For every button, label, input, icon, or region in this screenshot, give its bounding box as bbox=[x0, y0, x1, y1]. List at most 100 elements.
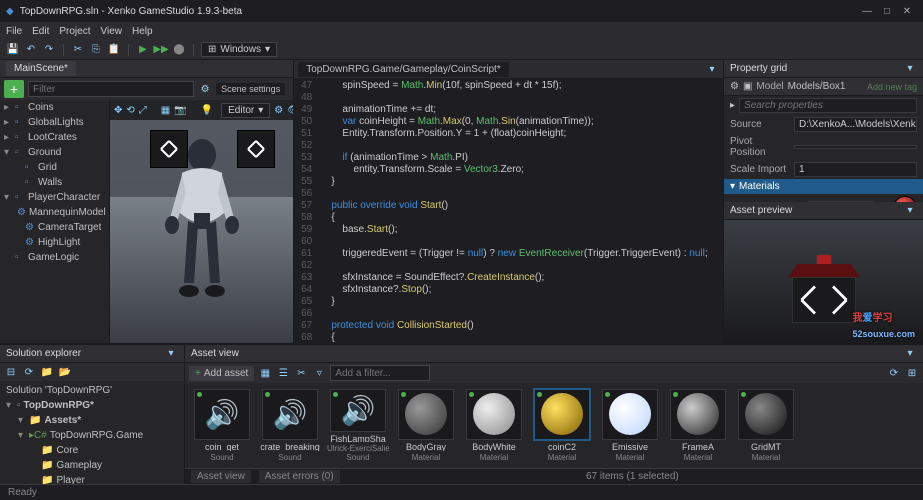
minimize-button[interactable]: — bbox=[857, 6, 877, 17]
sync-icon[interactable]: ⟳ bbox=[22, 365, 36, 379]
property-value[interactable]: 1 bbox=[794, 162, 917, 177]
live-icon[interactable]: ⬤ bbox=[172, 43, 186, 57]
scene-settings-tab[interactable]: Scene settings bbox=[216, 83, 285, 95]
asset-filter-input[interactable] bbox=[330, 365, 430, 381]
asset-refresh-icon[interactable]: ⟳ bbox=[887, 366, 901, 380]
menu-help[interactable]: Help bbox=[132, 26, 153, 37]
asset-thumb[interactable] bbox=[602, 389, 658, 440]
close-button[interactable]: ✕ bbox=[897, 6, 917, 17]
menu-file[interactable]: File bbox=[6, 26, 22, 37]
hierarchy-item[interactable]: ⚙MannequinModel bbox=[0, 205, 109, 220]
solution-item[interactable]: ▾▫TopDownRPG* bbox=[2, 398, 182, 413]
vp-view-icon[interactable]: 👁 bbox=[287, 103, 293, 117]
hierarchy-item[interactable]: ▫GameLogic bbox=[0, 250, 109, 265]
cut-icon[interactable]: ✂ bbox=[71, 43, 85, 57]
rotate-gizmo-icon[interactable]: ⟲ bbox=[126, 103, 134, 117]
camera-icon[interactable]: 📷 bbox=[174, 103, 186, 117]
asset-item[interactable]: 🔊FishLampShaUlrick-ExerciSaliesSound bbox=[327, 389, 389, 462]
redo-icon[interactable]: ↷ bbox=[42, 43, 56, 57]
asset-item[interactable]: GridMTMaterial bbox=[735, 389, 797, 462]
hierarchy-item[interactable]: ⚙HighLight bbox=[0, 235, 109, 250]
hierarchy-item[interactable]: ▸▫Coins bbox=[0, 100, 109, 115]
move-gizmo-icon[interactable]: ✥ bbox=[114, 103, 122, 117]
vp-settings-icon[interactable]: ⚙ bbox=[274, 103, 283, 117]
property-search-input[interactable] bbox=[739, 98, 917, 113]
hierarchy-item[interactable]: ▸▫LootCrates bbox=[0, 130, 109, 145]
scene-viewport[interactable]: ✥ ⟲ ⤢ ▦ 📷 💡 Editor ▾ ⚙ 👁 ▦ ⛶ bbox=[110, 100, 293, 343]
asset-item[interactable]: BodyWhiteMaterial bbox=[463, 389, 525, 462]
scale-gizmo-icon[interactable]: ⤢ bbox=[139, 103, 147, 117]
hierarchy-item[interactable]: ▫Walls bbox=[0, 175, 109, 190]
menu-project[interactable]: Project bbox=[59, 26, 90, 37]
asset-item[interactable]: EmissiveMaterial bbox=[599, 389, 661, 462]
maximize-button[interactable]: □ bbox=[877, 6, 897, 17]
asset-item[interactable]: BodyGrayMaterial bbox=[395, 389, 457, 462]
copy-icon[interactable]: ⎘ bbox=[89, 43, 103, 57]
new-folder-icon[interactable]: 📁 bbox=[40, 365, 54, 379]
panel-menu-icon[interactable]: ▾ bbox=[903, 62, 917, 76]
asset-item[interactable]: 🔊crate_breakingSound bbox=[259, 389, 321, 462]
filter-icon[interactable]: ⚙ bbox=[198, 82, 212, 96]
save-icon[interactable]: 💾 bbox=[6, 43, 20, 57]
add-asset-button[interactable]: +Add asset bbox=[189, 366, 254, 381]
menu-edit[interactable]: Edit bbox=[32, 26, 49, 37]
asset-view-tab[interactable]: Asset view bbox=[191, 470, 251, 483]
hierarchy-item[interactable]: ⚙CameraTarget bbox=[0, 220, 109, 235]
solution-item[interactable]: 📁Player bbox=[2, 473, 182, 484]
panel-menu-icon[interactable]: ▾ bbox=[164, 347, 178, 361]
snap-icon[interactable]: ▦ bbox=[161, 103, 170, 117]
light-icon[interactable]: 💡 bbox=[201, 103, 213, 117]
asset-thumb[interactable]: 🔊 bbox=[262, 389, 318, 440]
asset-thumb[interactable] bbox=[466, 389, 522, 440]
hierarchy-item[interactable]: ▸▫GlobalLights bbox=[0, 115, 109, 130]
asset-errors-tab[interactable]: Asset errors (0) bbox=[259, 470, 340, 483]
editor-mode-dropdown[interactable]: Editor ▾ bbox=[221, 103, 270, 118]
add-tag-button[interactable]: Add new tag bbox=[867, 82, 917, 92]
property-value[interactable]: D:\XenkoA...\Models\XenkoCrate.fbx bbox=[794, 117, 917, 132]
asset-recursive-icon[interactable]: ⊞ bbox=[905, 366, 919, 380]
scene-tab[interactable]: MainScene* bbox=[6, 61, 76, 76]
code-text[interactable]: spinSpeed = Math.Min(10f, spinSpeed + dt… bbox=[316, 78, 723, 344]
player-character[interactable] bbox=[152, 133, 252, 313]
asset-thumb[interactable] bbox=[670, 389, 726, 440]
asset-view-grid-icon[interactable]: ▦ bbox=[258, 366, 272, 380]
hierarchy-filter-input[interactable] bbox=[28, 81, 194, 97]
collapse-icon[interactable]: ⊟ bbox=[4, 365, 18, 379]
solution-item[interactable]: 📁Gameplay bbox=[2, 458, 182, 473]
panel-menu-icon[interactable]: ▾ bbox=[903, 204, 917, 218]
play-icon[interactable]: ▶ bbox=[136, 43, 150, 57]
breadcrumb[interactable]: Models/Box1 bbox=[788, 81, 846, 92]
asset-item[interactable]: 🔊coin_getSound bbox=[191, 389, 253, 462]
menu-view[interactable]: View bbox=[100, 26, 122, 37]
solution-item[interactable]: 📁Core bbox=[2, 443, 182, 458]
code-panel-menu-icon[interactable]: ▾ bbox=[705, 62, 719, 76]
asset-preview-viewport[interactable]: 我爱学习 52souxue.com bbox=[724, 220, 923, 344]
solution-item[interactable]: ▾📁Assets* bbox=[2, 413, 182, 428]
property-value[interactable] bbox=[794, 145, 917, 149]
solution-root[interactable]: Solution 'TopDownRPG' bbox=[2, 383, 182, 398]
asset-item[interactable]: FrameAMaterial bbox=[667, 389, 729, 462]
code-tab[interactable]: TopDownRPG.Game/Gameplay/CoinScript* bbox=[298, 62, 509, 77]
asset-thumb[interactable] bbox=[738, 389, 794, 440]
asset-filter-icon[interactable]: ▿ bbox=[312, 366, 326, 380]
hierarchy-item[interactable]: ▾▫PlayerCharacter bbox=[0, 190, 109, 205]
asset-item[interactable]: coinC2Material bbox=[531, 389, 593, 462]
platform-dropdown[interactable]: ⊞ Windows ▾ bbox=[201, 42, 277, 57]
solution-item[interactable]: ▾▸C#TopDownRPG.Game bbox=[2, 428, 182, 443]
asset-cut-icon[interactable]: ✂ bbox=[294, 366, 308, 380]
open-folder-icon[interactable]: 📂 bbox=[58, 365, 72, 379]
asset-thumb[interactable]: 🔊 bbox=[194, 389, 250, 440]
undo-icon[interactable]: ↶ bbox=[24, 43, 38, 57]
paste-icon[interactable]: 📋 bbox=[107, 43, 121, 57]
add-entity-button[interactable]: + bbox=[4, 80, 24, 98]
materials-section-header[interactable]: ▾ Materials bbox=[724, 179, 923, 194]
hierarchy-item[interactable]: ▾▫Ground bbox=[0, 145, 109, 160]
expand-all-icon[interactable]: ▸ bbox=[730, 100, 735, 111]
asset-view-list-icon[interactable]: ☰ bbox=[276, 366, 290, 380]
asset-thumb[interactable]: 🔊 bbox=[330, 389, 386, 432]
play-debug-icon[interactable]: ▶▶ bbox=[154, 43, 168, 57]
hierarchy-item[interactable]: ▫Grid bbox=[0, 160, 109, 175]
asset-thumb[interactable] bbox=[534, 389, 590, 440]
asset-thumb[interactable] bbox=[398, 389, 454, 440]
panel-menu-icon[interactable]: ▾ bbox=[903, 347, 917, 361]
